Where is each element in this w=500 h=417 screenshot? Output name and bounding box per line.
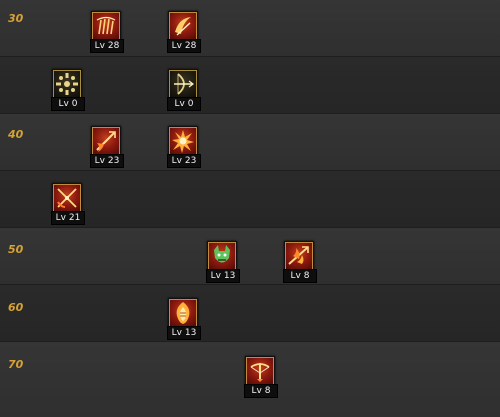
level-row-40: 40 — [0, 114, 500, 171]
radiant-burst-icon — [52, 69, 82, 99]
skill-level-badge: Lv 28 — [167, 39, 201, 53]
level-label: 70 — [8, 358, 24, 371]
level-row-60: 60 — [0, 285, 500, 342]
skill-slot[interactable]: Lv 8 — [244, 356, 278, 398]
fire-arrow-icon — [91, 126, 121, 156]
crossbow-icon — [245, 356, 275, 386]
claw-strike-icon — [91, 11, 121, 41]
skill-level-badge: Lv 8 — [283, 269, 317, 283]
skill-level-badge: Lv 8 — [244, 384, 278, 398]
level-label: 50 — [8, 243, 24, 256]
skill-level-badge: Lv 23 — [90, 154, 124, 168]
skill-level-badge: Lv 23 — [167, 154, 201, 168]
skill-level-badge: Lv 28 — [90, 39, 124, 53]
skill-slot[interactable]: Lv 0 — [51, 69, 85, 111]
bow-draw-icon — [168, 69, 198, 99]
crescent-slash-icon — [168, 11, 198, 41]
skill-slot[interactable]: Lv 13 — [167, 298, 201, 340]
skill-level-badge: Lv 0 — [167, 97, 201, 111]
skill-slot[interactable]: Lv 21 — [51, 183, 85, 225]
level-label: 30 — [8, 12, 24, 25]
level-row-50: 50 — [0, 228, 500, 285]
skill-slot[interactable]: Lv 23 — [167, 126, 201, 168]
level-label: 60 — [8, 301, 24, 314]
level-label: 40 — [8, 128, 24, 141]
skill-tree: 30 40 50 60 70 Lv 28 Lv 28 Lv 0 Lv 0 Lv … — [0, 0, 500, 417]
fire-shield-icon — [168, 298, 198, 328]
skill-level-badge: Lv 21 — [51, 211, 85, 225]
level-row-30: 30 — [0, 0, 500, 57]
skill-level-badge: Lv 13 — [167, 326, 201, 340]
skill-level-badge: Lv 13 — [206, 269, 240, 283]
skill-slot[interactable]: Lv 13 — [206, 241, 240, 283]
skill-slot[interactable]: Lv 28 — [167, 11, 201, 53]
skill-level-badge: Lv 0 — [51, 97, 85, 111]
flame-arrow-icon — [284, 241, 314, 271]
skill-slot[interactable]: Lv 23 — [90, 126, 124, 168]
demon-roar-icon — [207, 241, 237, 271]
skill-slot[interactable]: Lv 8 — [283, 241, 317, 283]
skill-slot[interactable]: Lv 28 — [90, 11, 124, 53]
cross-blades-icon — [52, 183, 82, 213]
explosion-icon — [168, 126, 198, 156]
skill-slot[interactable]: Lv 0 — [167, 69, 201, 111]
